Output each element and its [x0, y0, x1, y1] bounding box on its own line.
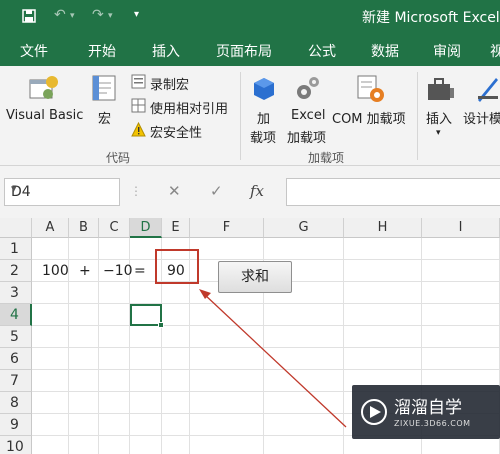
watermark-brand: 溜溜自学	[394, 398, 462, 418]
play-logo-icon	[361, 399, 387, 425]
watermark-url: ZIXUE.3D66.COM	[394, 419, 471, 428]
watermark-logo: 溜溜自学 ZIXUE.3D66.COM	[352, 385, 500, 439]
